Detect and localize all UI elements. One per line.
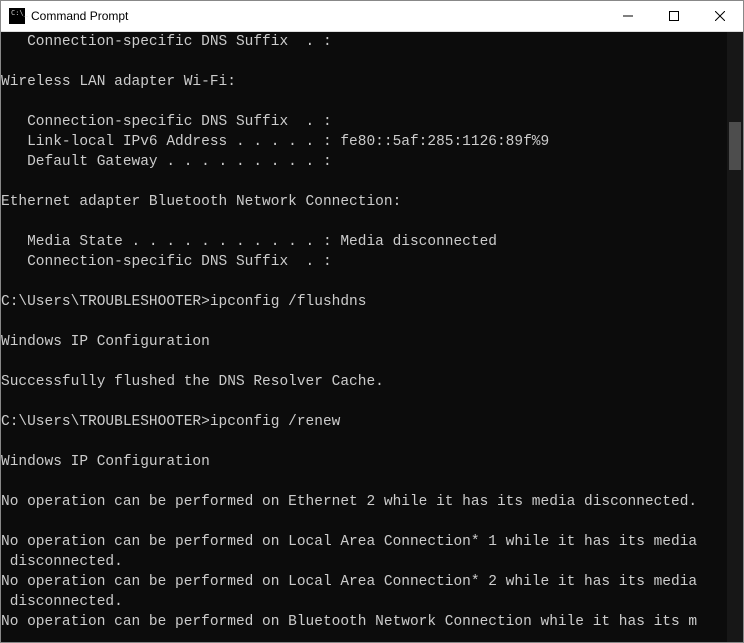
minimize-button[interactable] [605,1,651,31]
command-prompt-window: Command Prompt Connection-specific DNS S… [0,0,744,643]
maximize-button[interactable] [651,1,697,31]
terminal-output[interactable]: Connection-specific DNS Suffix . : Wirel… [1,32,727,642]
scrollbar-thumb[interactable] [729,122,741,170]
window-controls [605,1,743,31]
minimize-icon [623,11,633,21]
terminal-area: Connection-specific DNS Suffix . : Wirel… [1,32,743,642]
close-icon [715,11,725,21]
scrollbar[interactable] [727,32,743,642]
window-title: Command Prompt [31,9,605,23]
close-button[interactable] [697,1,743,31]
titlebar[interactable]: Command Prompt [1,1,743,32]
cmd-icon [9,8,25,24]
maximize-icon [669,11,679,21]
